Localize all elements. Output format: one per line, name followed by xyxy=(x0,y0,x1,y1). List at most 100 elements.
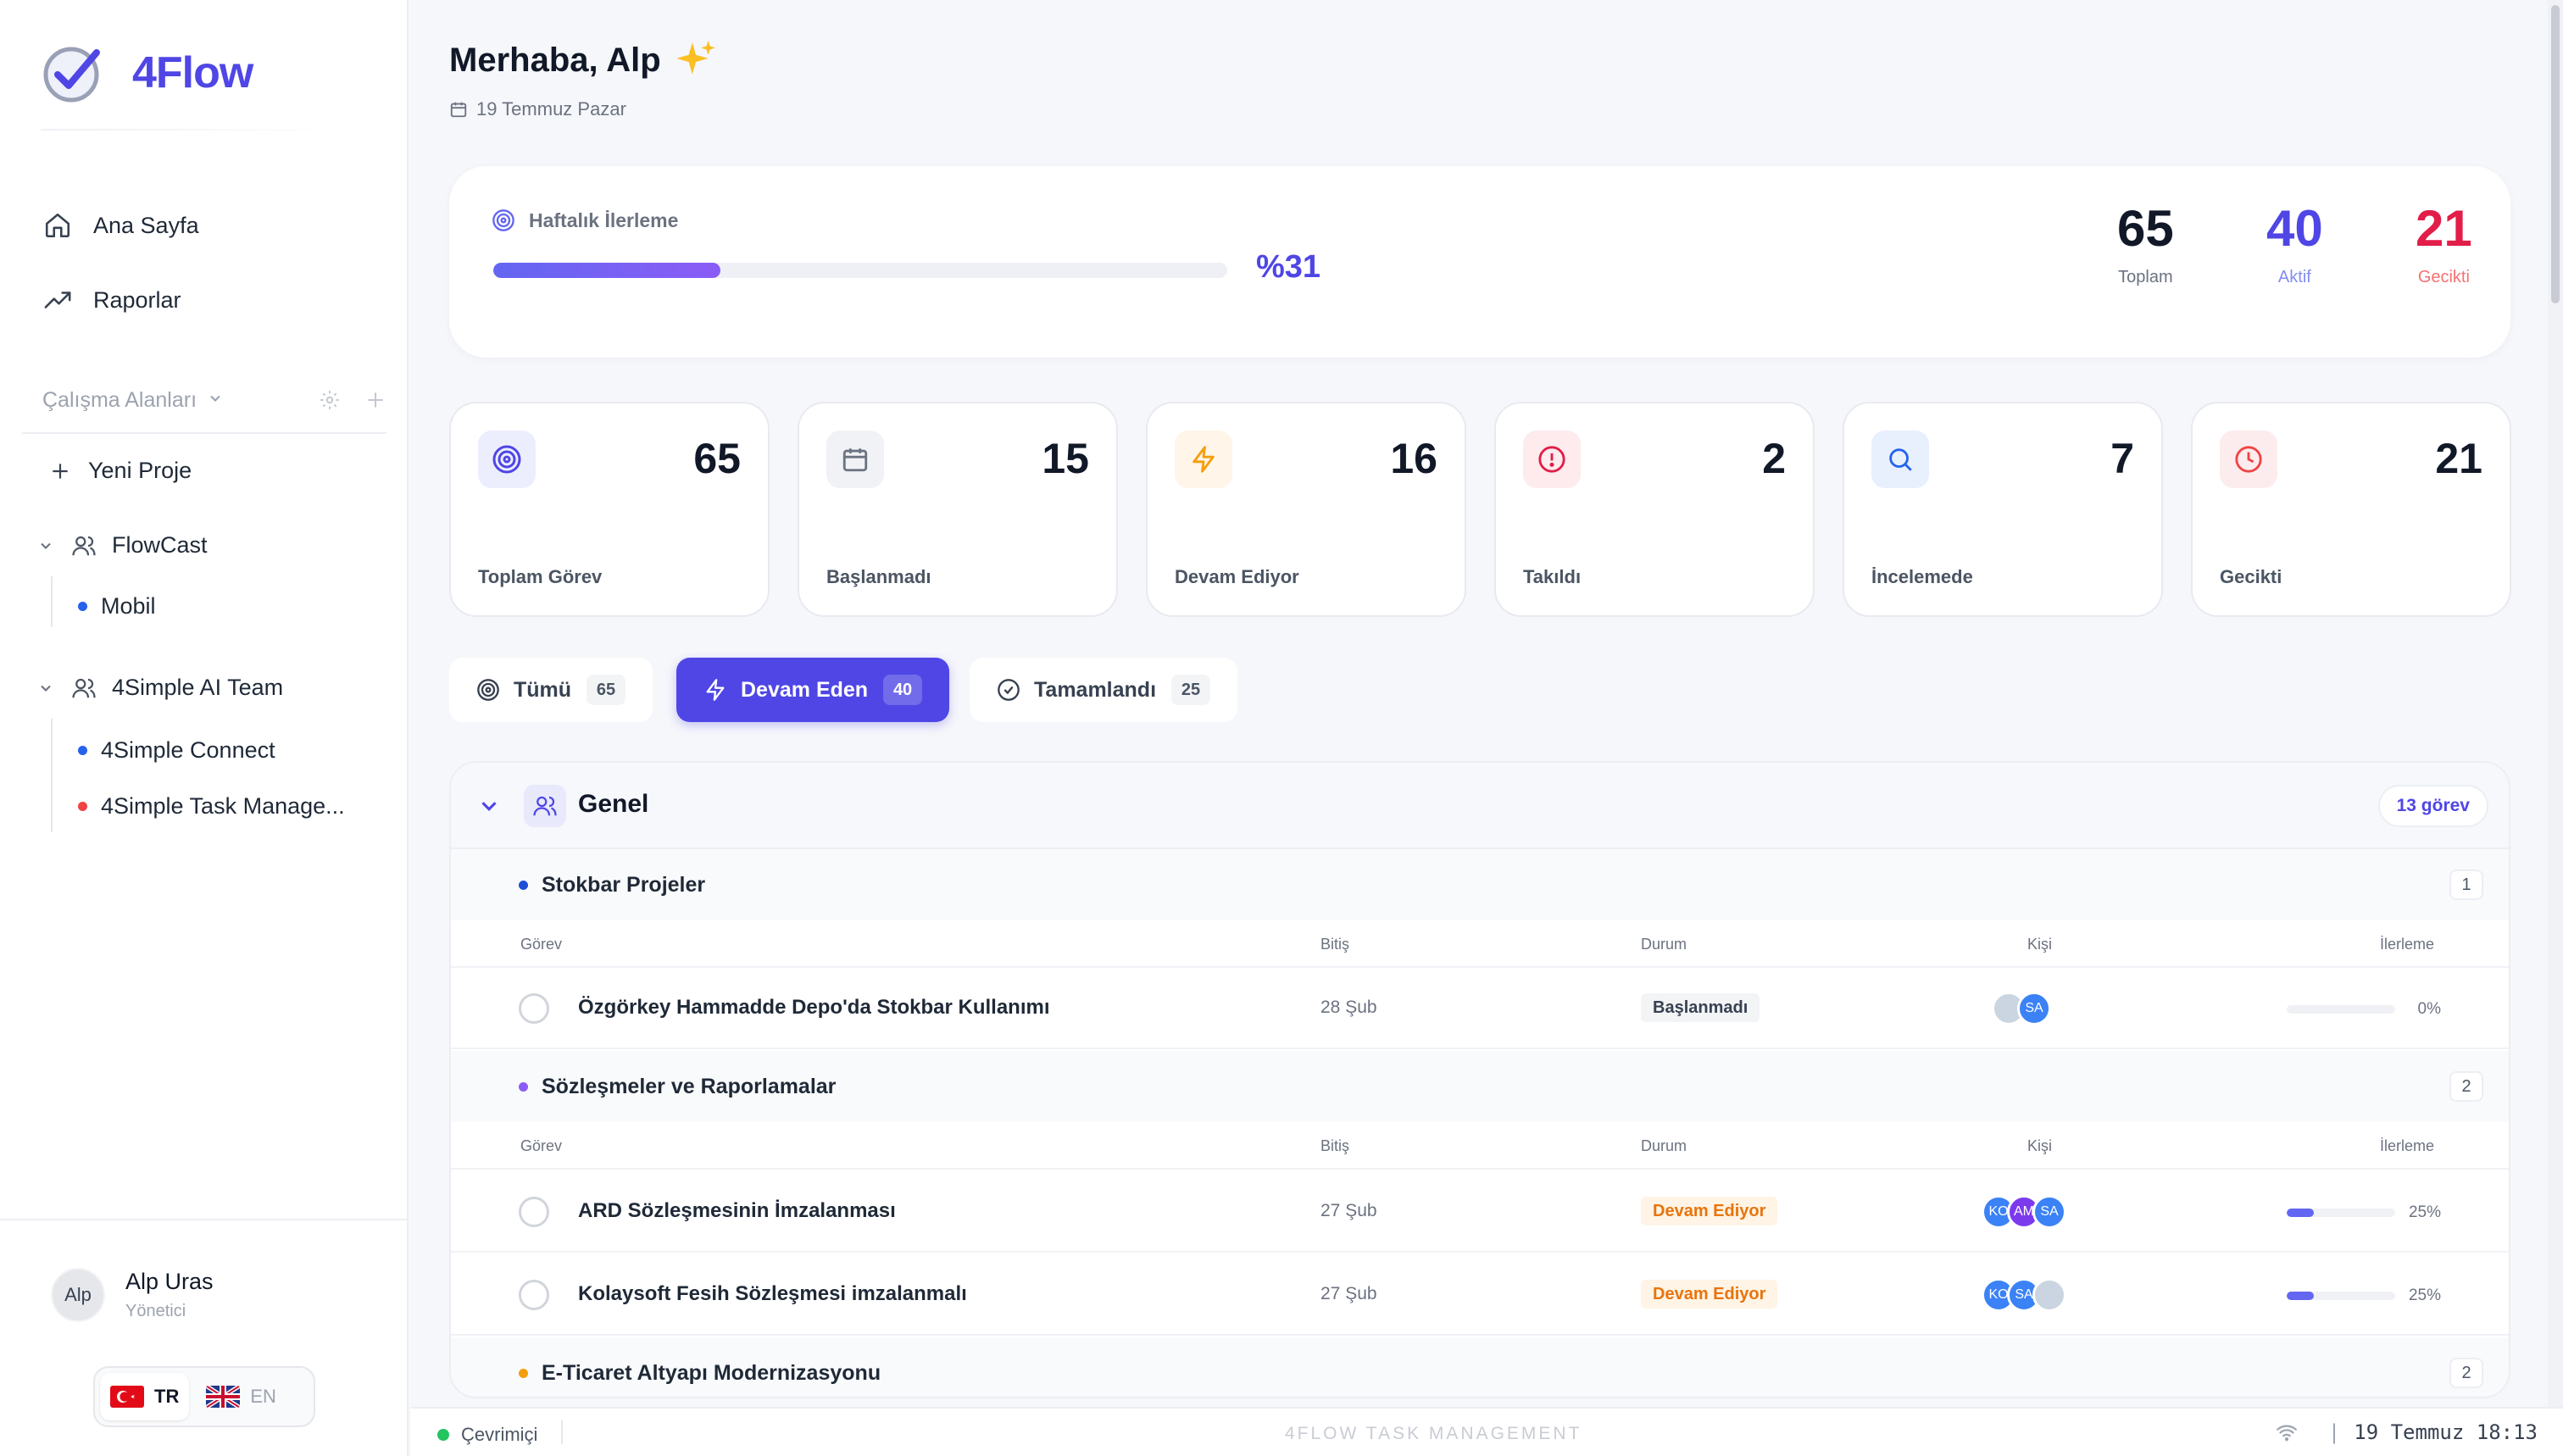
avatar: SA xyxy=(2017,992,2051,1025)
lightning-icon xyxy=(1175,431,1232,488)
task-group-genel: Genel 13 görev Stokbar Projeler 1 Görev … xyxy=(449,761,2510,1398)
logo-check-icon xyxy=(43,47,100,103)
page-title: Merhaba, Alp xyxy=(449,39,717,81)
column-header-progress: İlerleme xyxy=(2380,936,2435,953)
sidebar-divider xyxy=(0,1219,409,1220)
chevron-down-icon[interactable] xyxy=(476,793,502,819)
table-row[interactable]: ARD Sözleşmesinin İmzalanması 27 Şub Dev… xyxy=(451,1171,2509,1253)
check-circle-icon xyxy=(998,679,1020,701)
weekly-progress-percent: %31 xyxy=(1256,249,1321,285)
task-progress-bar xyxy=(2287,1209,2395,1217)
workspace-name: FlowCast xyxy=(112,532,208,558)
project-4simple-task-manager[interactable]: 4Simple Task Manage... xyxy=(78,793,345,820)
project-mobil[interactable]: Mobil xyxy=(78,593,156,620)
sparkles-icon xyxy=(675,41,715,75)
nav-reports[interactable]: Raporlar xyxy=(41,283,181,317)
status-badge[interactable]: Devam Ediyor xyxy=(1641,1280,1778,1309)
stat-total-value: 65 xyxy=(2117,200,2174,257)
lightning-icon xyxy=(706,679,725,701)
stat-overdue: 21 Gecikti xyxy=(2416,203,2472,287)
project-4simple-connect[interactable]: 4Simple Connect xyxy=(78,737,275,764)
task-complete-checkbox[interactable] xyxy=(519,1280,549,1310)
task-complete-checkbox[interactable] xyxy=(519,1197,549,1227)
tab-label: Devam Eden xyxy=(741,677,869,702)
project-row[interactable]: Sözleşmeler ve Raporlamalar 2 xyxy=(451,1051,2509,1122)
logo-text: 4Flow xyxy=(132,48,253,97)
language-tr-button[interactable]: TR xyxy=(100,1373,190,1420)
language-en-button[interactable]: EN xyxy=(196,1373,286,1420)
task-due-date: 28 Şub xyxy=(1320,998,1377,1017)
project-task-count: 2 xyxy=(2449,1358,2483,1388)
project-title: Stokbar Projeler xyxy=(542,872,706,897)
column-header-due: Bitiş xyxy=(1320,1137,1350,1154)
tab-count: 40 xyxy=(883,675,923,705)
calendar-icon xyxy=(450,102,467,118)
sidebar: 4Flow Ana Sayfa Raporlar Çalışma Alanlar… xyxy=(0,0,409,1456)
wifi-icon xyxy=(2276,1425,2297,1442)
stat-card-in-review[interactable]: 7 İncelemede xyxy=(1843,402,2163,617)
table-header: Görev Bitiş Durum Kişi İlerleme xyxy=(451,1122,2509,1170)
workspaces-divider xyxy=(22,432,386,434)
assignees: KO SA xyxy=(1982,1278,2066,1312)
workspace-4simple-ai-team[interactable]: 4Simple AI Team xyxy=(37,675,283,701)
avatar: Alp xyxy=(51,1268,105,1322)
stat-card-stuck[interactable]: 2 Takıldı xyxy=(1494,402,1815,617)
new-project-label: Yeni Proje xyxy=(88,458,192,483)
add-workspace-icon[interactable] xyxy=(364,389,386,411)
project-color-dot xyxy=(519,880,528,890)
status-badge[interactable]: Devam Ediyor xyxy=(1641,1197,1778,1225)
project-name: Stokbar Projeler xyxy=(519,873,705,897)
table-row[interactable]: Kolaysoft Fesih Sözleşmesi imzalanmalı 2… xyxy=(451,1254,2509,1336)
stat-value: 21 xyxy=(2435,435,2482,482)
chevron-down-icon[interactable] xyxy=(207,388,224,413)
nav-home[interactable]: Ana Sayfa xyxy=(41,208,199,242)
column-header-due: Bitiş xyxy=(1320,936,1350,953)
target-icon xyxy=(492,209,514,231)
project-color-dot xyxy=(519,1368,528,1378)
stat-overdue-value: 21 xyxy=(2416,200,2472,257)
task-progress-fill xyxy=(2287,1292,2314,1300)
stat-card-in-progress[interactable]: 16 Devam Ediyor xyxy=(1146,402,1466,617)
workspace-flowcast[interactable]: FlowCast xyxy=(37,532,208,559)
stat-card-overdue[interactable]: 21 Gecikti xyxy=(2191,402,2511,617)
tree-line xyxy=(51,719,53,832)
project-name: E-Ticaret Altyapı Modernizasyonu xyxy=(519,1361,881,1386)
chevron-down-icon[interactable] xyxy=(37,680,54,697)
turkey-flag-icon xyxy=(110,1386,144,1408)
project-color-dot xyxy=(519,1081,528,1092)
separator: | xyxy=(2327,1420,2341,1444)
task-name[interactable]: Kolaysoft Fesih Sözleşmesi imzalanmalı xyxy=(578,1282,967,1306)
weekly-progress-label: Haftalık İlerleme xyxy=(492,208,678,232)
stat-card-not-started[interactable]: 15 Başlanmadı xyxy=(798,402,1118,617)
weekly-progress-fill xyxy=(493,263,721,278)
app-logo[interactable]: 4Flow xyxy=(41,41,253,105)
new-project-button[interactable]: Yeni Proje xyxy=(49,458,192,484)
stat-card-total-tasks[interactable]: 65 Toplam Görev xyxy=(449,402,770,617)
user-profile[interactable]: Alp Alp Uras Yönetici xyxy=(51,1268,214,1322)
users-icon xyxy=(72,678,96,697)
status-badge[interactable]: Başlanmadı xyxy=(1641,993,1760,1022)
user-name: Alp Uras xyxy=(125,1269,214,1294)
settings-gear-icon[interactable] xyxy=(319,389,341,411)
tab-completed[interactable]: Tamamlandı 25 xyxy=(970,658,1238,722)
task-name[interactable]: ARD Sözleşmesinin İmzalanması xyxy=(578,1199,896,1223)
column-header-status: Durum xyxy=(1641,936,1687,953)
status-bar: Çevrimiçi 4FLOW TASK MANAGEMENT | 19 Tem… xyxy=(410,1407,2563,1456)
table-header: Görev Bitiş Durum Kişi İlerleme xyxy=(451,920,2509,968)
clock-icon xyxy=(2220,431,2277,488)
table-row[interactable]: Özgörkey Hammadde Depo'da Stokbar Kullan… xyxy=(451,968,2509,1049)
column-header-progress: İlerleme xyxy=(2380,1137,2435,1154)
tab-all[interactable]: Tümü 65 xyxy=(449,658,653,722)
task-complete-checkbox[interactable] xyxy=(519,993,549,1024)
project-row[interactable]: E-Ticaret Altyapı Modernizasyonu 2 xyxy=(451,1337,2509,1397)
task-name[interactable]: Özgörkey Hammadde Depo'da Stokbar Kullan… xyxy=(578,996,1050,1020)
stat-label: Takıldı xyxy=(1523,566,1582,587)
scrollbar-thumb[interactable] xyxy=(2551,5,2560,303)
chevron-down-icon[interactable] xyxy=(37,537,54,554)
tree-line xyxy=(51,576,53,627)
project-row[interactable]: Stokbar Projeler 1 xyxy=(451,849,2509,920)
project-color-dot xyxy=(78,602,87,611)
tab-in-progress[interactable]: Devam Eden 40 xyxy=(676,658,950,722)
workspaces-label[interactable]: Çalışma Alanları xyxy=(42,388,197,413)
group-header[interactable]: Genel 13 görev xyxy=(451,763,2509,849)
